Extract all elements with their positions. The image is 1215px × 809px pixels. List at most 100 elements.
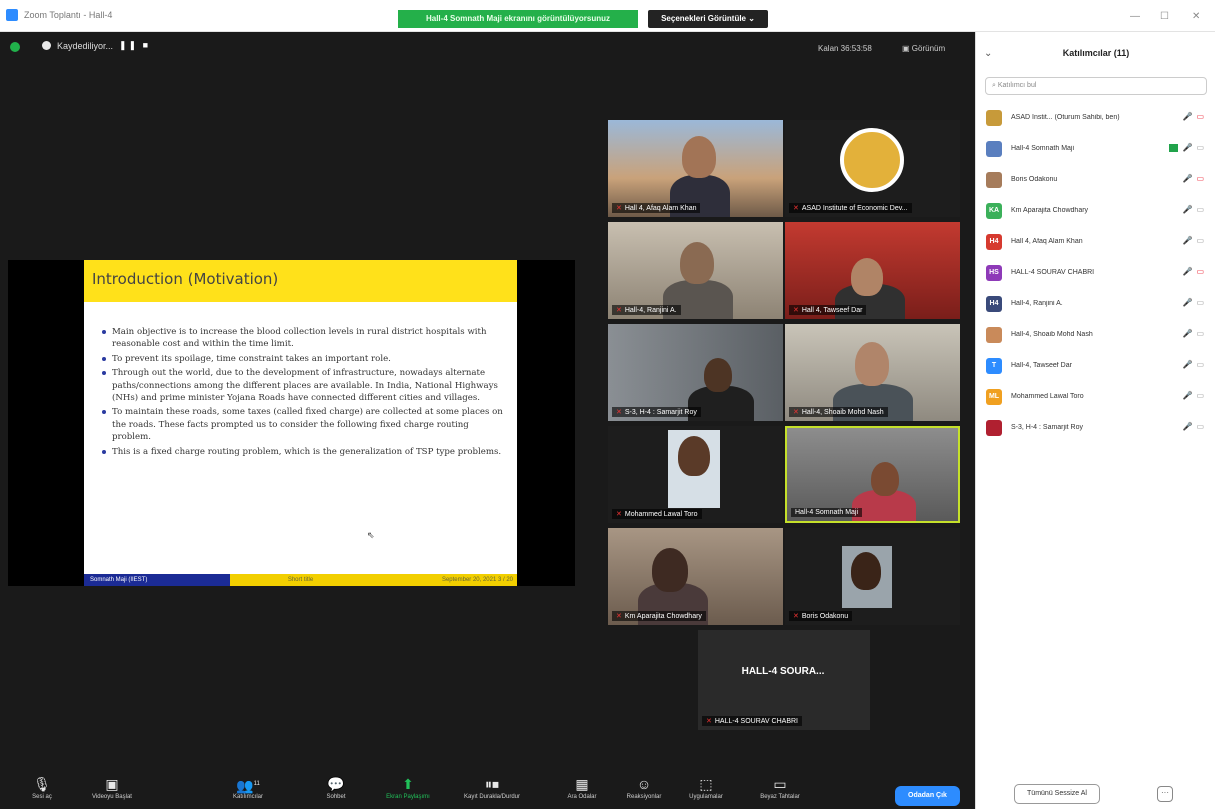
- participant-face: [871, 462, 899, 496]
- participant-row[interactable]: H4 Hall 4, Afaq Alam Khan 🎤 ▭: [976, 226, 1215, 257]
- participant-search-input[interactable]: ⌕ Katılımcı bul: [985, 77, 1207, 95]
- breakout-rooms-label: Ara Odalar: [567, 794, 597, 800]
- chat-button[interactable]: 💬 Sohbet: [306, 774, 366, 800]
- reactions-icon: ☺: [636, 776, 652, 792]
- participant-face: [851, 552, 881, 590]
- participant-face: [682, 136, 716, 178]
- close-button[interactable]: ✕: [1192, 11, 1200, 22]
- tile-name: ✕ Boris Odakonu: [789, 611, 853, 621]
- video-icon: ▭: [1196, 205, 1204, 214]
- participant-search-placeholder: Katılımcı bul: [997, 82, 1037, 89]
- slide-footer-date: September 20, 2021 3 / 20: [371, 574, 517, 586]
- mic-icon: 🎤: [1182, 422, 1193, 431]
- participant-row[interactable]: T Hall-4, Tawseef Dar 🎤 ▭: [976, 350, 1215, 381]
- participant-status-icons: 🎤 ▭: [1169, 143, 1204, 152]
- slide-title: Introduction (Motivation): [84, 260, 517, 302]
- tile-name-text: S-3, H-4 : Samarjit Roy: [624, 409, 697, 416]
- meeting-area: Kaydediliyor... ❚❚ ■ Kalan 36:53:58 ▣ Gö…: [0, 32, 975, 809]
- share-screen-button[interactable]: ⬆ Ekran Paylaşımı: [378, 774, 438, 800]
- participant-status-icons: 🎤 ▭: [1182, 298, 1204, 307]
- participant-row[interactable]: ML Mohammed Lawal Toro 🎤 ▭: [976, 381, 1215, 412]
- tile-name-text: Boris Odakonu: [801, 613, 849, 620]
- slide-bullet: To prevent its spoilage, time constraint…: [100, 353, 506, 365]
- muted-mic-icon: ✕: [706, 718, 712, 725]
- video-tile[interactable]: HALL-4 SOURA... ✕ HALL-4 SOURAV CHABRI: [698, 630, 870, 730]
- tile-name-text: Hall 4, Tawseef Dar: [801, 307, 863, 314]
- chat-icon: 💬: [327, 776, 345, 792]
- avatar: [986, 171, 1002, 188]
- mute-all-button[interactable]: Tümünü Sessize Al: [1014, 784, 1100, 804]
- apps-button[interactable]: ⬚ Uygulamalar: [676, 774, 736, 800]
- participant-row[interactable]: Hall-4, Shoaib Mohd Nash 🎤 ▭: [976, 319, 1215, 350]
- start-video-button[interactable]: ▣ Videoyu Başlat: [82, 774, 142, 800]
- participants-list: ASAD Instit... (Oturum Sahibi, ben) 🎤 ▭ Hal…: [976, 102, 1215, 443]
- view-label: Görünüm: [911, 44, 946, 53]
- whiteboards-button[interactable]: ▭ Beyaz Tahtalar: [750, 774, 810, 800]
- breakout-rooms-button[interactable]: ▦ Ara Odalar: [552, 774, 612, 800]
- tile-name: ✕ S-3, H-4 : Samarjit Roy: [612, 407, 701, 417]
- participants-count: 11: [253, 781, 260, 787]
- meeting-timer: Kalan 36:53:58: [818, 44, 872, 53]
- window-titlebar: Zoom Toplantı - Hall-4 Hall-4 Somnath Ma…: [0, 0, 1215, 32]
- reactions-button[interactable]: ☺ Reaksiyonlar: [614, 774, 674, 800]
- view-button[interactable]: ▣ Görünüm: [902, 44, 945, 53]
- unmute-label: Sesi aç: [32, 794, 52, 800]
- view-options-button[interactable]: Seçenekleri Görüntüle ⌄: [648, 10, 768, 28]
- participant-row[interactable]: HS HALL-4 SOURAV CHABRI 🎤 ▭: [976, 257, 1215, 288]
- maximize-button[interactable]: ☐: [1160, 11, 1169, 22]
- mic-icon: 🎤: [1182, 391, 1193, 400]
- unmute-button[interactable]: 🎙 Sesi aç: [12, 774, 72, 800]
- minimize-button[interactable]: —: [1130, 11, 1140, 22]
- slide-bullet: Through out the world, due to the develo…: [100, 367, 506, 404]
- video-off-icon: ▣: [105, 776, 119, 792]
- muted-mic-icon: ✕: [793, 409, 799, 416]
- video-tile[interactable]: ✕ ASAD Institute of Economic Dev...: [785, 120, 960, 217]
- video-tile[interactable]: ✕ Hall 4, Tawseef Dar: [785, 222, 960, 319]
- participant-row[interactable]: ASAD Instit... (Oturum Sahibi, ben) 🎤 ▭: [976, 102, 1215, 133]
- tile-name: ✕ Mohammed Lawal Toro: [612, 509, 702, 519]
- whiteboard-icon: ▭: [773, 776, 787, 792]
- muted-mic-icon: ✕: [793, 613, 799, 620]
- video-tile[interactable]: ✕ S-3, H-4 : Samarjit Roy: [608, 324, 783, 421]
- mic-icon: 🎤: [1182, 143, 1193, 152]
- leave-button[interactable]: Odadan Çık: [895, 786, 960, 806]
- video-tile[interactable]: ✕ Km Aparajita Chowdhary: [608, 528, 783, 625]
- participant-face: [855, 342, 889, 386]
- slide-footer: Somnath Maji (IIEST) Short title Septemb…: [84, 574, 517, 586]
- participant-row[interactable]: Hall-4 Somnath Maji 🎤 ▭: [976, 133, 1215, 164]
- participant-row[interactable]: KA Km Aparajita Chowdhary 🎤 ▭: [976, 195, 1215, 226]
- pause-stop-recording-button[interactable]: ⏸⏹ Kayıt Durakla/Durdur: [462, 774, 522, 800]
- participant-face: [678, 436, 710, 476]
- meeting-topbar: Kaydediliyor... ❚❚ ■ Kalan 36:53:58 ▣ Gö…: [0, 32, 975, 62]
- video-tile[interactable]: ✕ Hall 4, Afaq Alam Khan: [608, 120, 783, 217]
- recording-controls[interactable]: ❚❚ ■: [119, 40, 150, 51]
- tile-name-text: Hall-4, Shoaib Mohd Nash: [801, 409, 884, 416]
- participant-status-icons: 🎤 ▭: [1182, 236, 1204, 245]
- muted-mic-icon: ✕: [616, 409, 622, 416]
- participant-status-icons: 🎤 ▭: [1182, 329, 1204, 338]
- more-options-button[interactable]: ···: [1157, 786, 1173, 802]
- tile-name: ✕ HALL-4 SOURAV CHABRI: [702, 716, 802, 726]
- participant-row[interactable]: S-3, H-4 : Samarjit Roy 🎤 ▭: [976, 412, 1215, 443]
- mic-icon: 🎤: [1182, 174, 1193, 183]
- tile-name-text: Hall-4 Somnath Maji: [795, 509, 859, 516]
- video-tile[interactable]: ✕ Hall-4, Ranjini A.: [608, 222, 783, 319]
- zoom-app-icon: [6, 9, 18, 21]
- tile-name: Hall-4 Somnath Maji: [791, 508, 863, 517]
- screen-share-icon: [1169, 144, 1179, 152]
- recording-label: Kaydediliyor...: [57, 40, 114, 51]
- video-tile[interactable]: ✕ Boris Odakonu: [785, 528, 960, 625]
- mic-icon: 🎤: [1182, 267, 1193, 276]
- video-icon: ▭: [1196, 360, 1204, 369]
- breakout-rooms-icon: ▦: [575, 776, 589, 792]
- participant-row[interactable]: H4 Hall-4, Ranjini A. 🎤 ▭: [976, 288, 1215, 319]
- video-tile-active-speaker[interactable]: Hall-4 Somnath Maji: [785, 426, 960, 523]
- video-tile[interactable]: ✕ Mohammed Lawal Toro: [608, 426, 783, 523]
- slide-bullets: Main objective is to increase the blood …: [100, 326, 506, 460]
- participant-row[interactable]: Boris Odakonu 🎤 ▭: [976, 164, 1215, 195]
- video-tile[interactable]: ✕ Hall-4, Shoaib Mohd Nash: [785, 324, 960, 421]
- participants-button[interactable]: 👥11 Katılımcılar: [218, 774, 278, 800]
- participant-status-icons: 🎤 ▭: [1182, 391, 1204, 400]
- security-shield-icon[interactable]: [10, 42, 20, 52]
- avatar: T: [986, 357, 1002, 374]
